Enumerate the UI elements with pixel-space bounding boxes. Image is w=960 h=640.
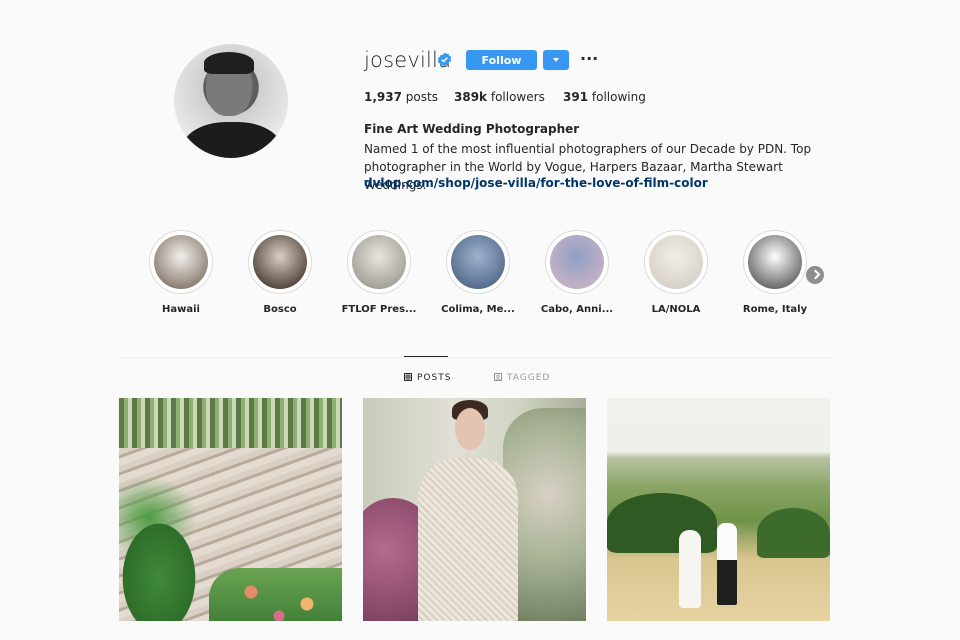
highlight-cabo[interactable]: Cabo, Anni...	[532, 230, 622, 315]
posts-label: posts	[405, 90, 438, 104]
post-thumbnail-couple[interactable]	[607, 398, 830, 621]
posts-stat: 1,937 posts	[364, 90, 438, 104]
highlight-bosco[interactable]: Bosco	[235, 230, 325, 315]
followers-count: 389k	[454, 90, 488, 104]
tab-posts-label: POSTS	[417, 373, 452, 383]
highlight-hawaii[interactable]: Hawaii	[136, 230, 226, 315]
verified-badge-icon	[437, 52, 452, 67]
active-tab-indicator	[404, 356, 448, 357]
highlight-thumbnail	[649, 235, 703, 289]
highlight-label: Bosco	[263, 304, 297, 315]
highlight-thumbnail	[253, 235, 307, 289]
highlight-thumbnail	[451, 235, 505, 289]
highlight-thumbnail	[352, 235, 406, 289]
highlight-thumbnail	[550, 235, 604, 289]
suggested-dropdown-button[interactable]	[543, 50, 569, 70]
highlight-thumbnail	[154, 235, 208, 289]
profile-avatar[interactable]	[174, 44, 288, 158]
highlight-thumbnail	[748, 235, 802, 289]
profile-website-link[interactable]: dvlop.com/shop/jose-villa/for-the-love-o…	[364, 176, 708, 190]
tab-tagged[interactable]: TAGGED	[494, 373, 550, 383]
more-options-icon[interactable]: ···	[580, 49, 598, 68]
highlight-label: Rome, Italy	[742, 304, 808, 315]
tagged-icon	[494, 373, 502, 381]
highlight-label: FTLOF Pres...	[341, 304, 417, 315]
highlight-label: Cabo, Anni...	[540, 304, 614, 315]
followers-stat[interactable]: 389k followers	[454, 90, 545, 104]
tab-tagged-label: TAGGED	[507, 373, 551, 383]
highlight-label: Colima, Me...	[441, 304, 515, 315]
highlight-label: LA/NOLA	[651, 304, 701, 315]
tabs-divider	[119, 357, 831, 358]
post-thumbnail-bride[interactable]	[363, 398, 586, 621]
post-thumbnail-ceremony[interactable]	[119, 398, 342, 621]
following-count: 391	[563, 90, 589, 104]
highlight-la-nola[interactable]: LA/NOLA	[631, 230, 721, 315]
following-label: following	[591, 90, 646, 104]
highlight-label: Hawaii	[162, 304, 200, 315]
following-stat[interactable]: 391 following	[563, 90, 646, 104]
followers-label: followers	[490, 90, 545, 104]
tab-posts[interactable]: POSTS	[404, 373, 451, 383]
highlights-next-arrow-icon[interactable]	[806, 266, 824, 284]
profile-full-name: Fine Art Wedding Photographer	[364, 122, 580, 136]
posts-count: 1,937	[364, 90, 402, 104]
highlight-ftlof[interactable]: FTLOF Pres...	[334, 230, 424, 315]
grid-icon	[404, 373, 412, 381]
follow-button[interactable]: Follow	[466, 50, 537, 70]
highlight-colima[interactable]: Colima, Me...	[433, 230, 523, 315]
